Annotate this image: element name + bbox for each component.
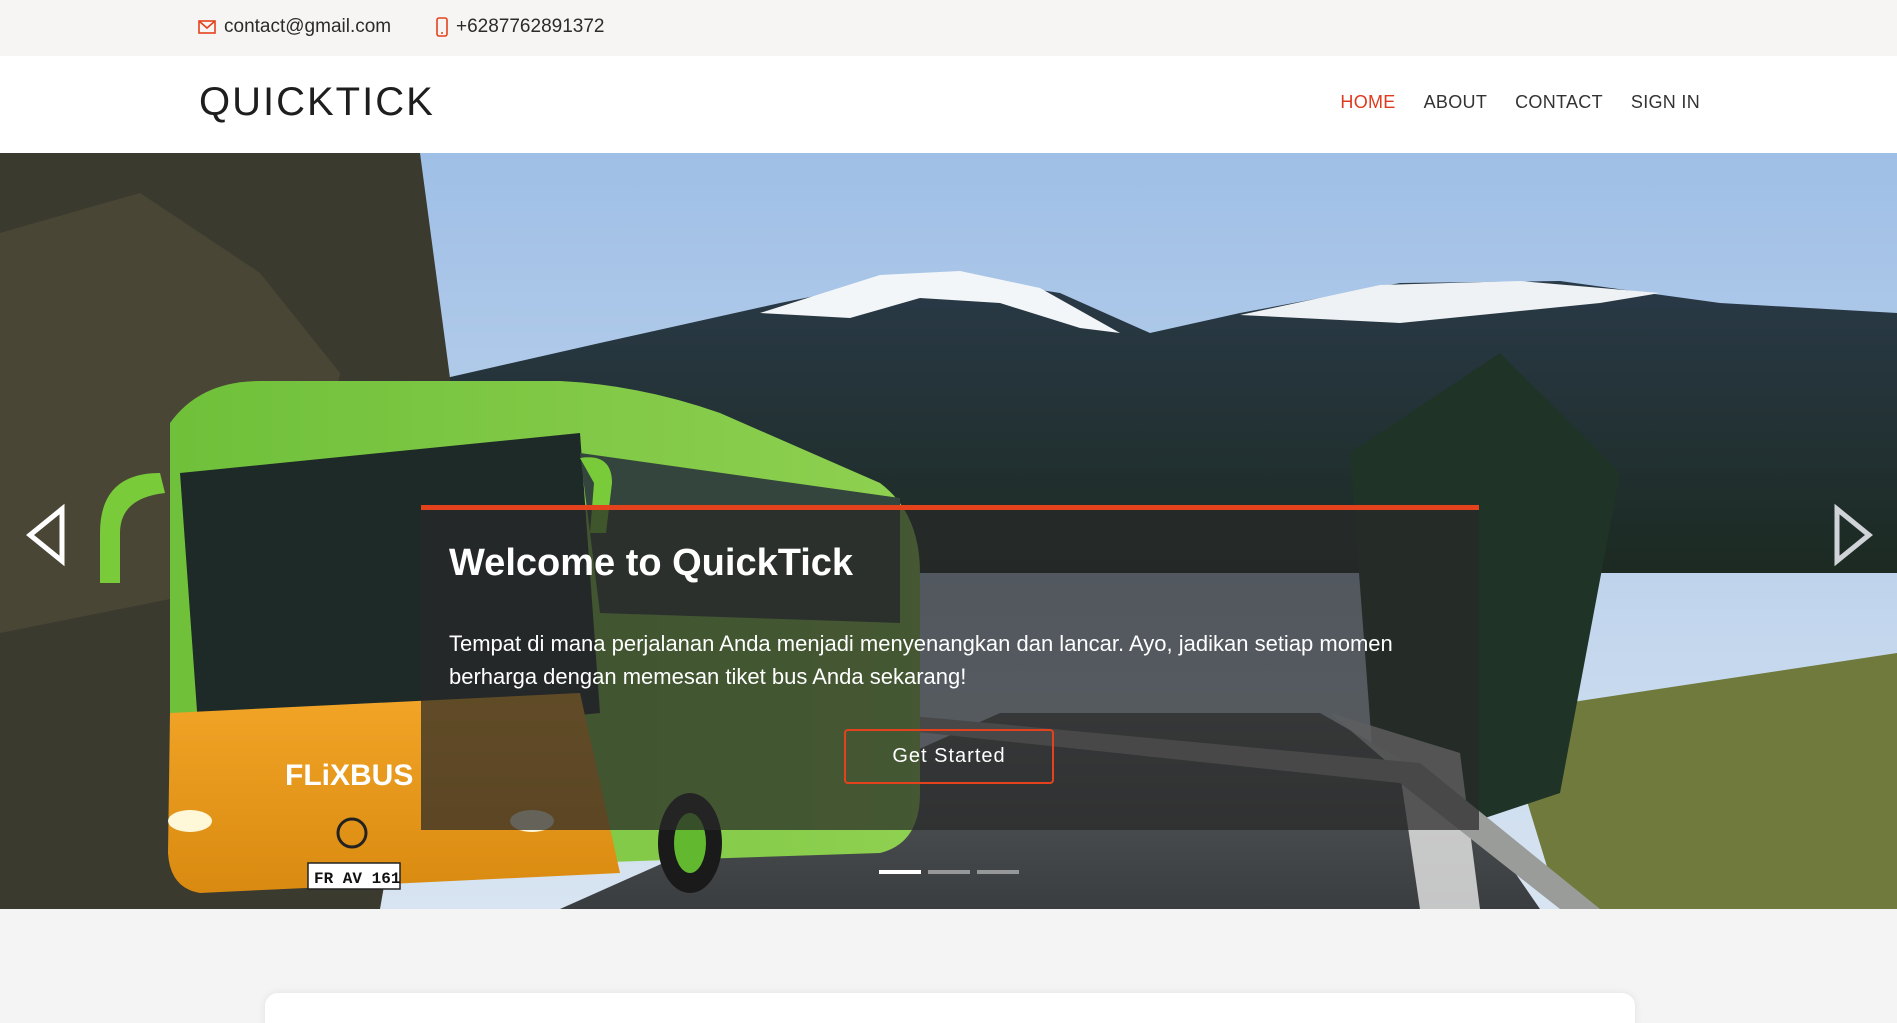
carousel-indicator-2[interactable] [928,870,970,874]
main-nav: HOME ABOUT CONTACT SIGN IN [1312,92,1700,113]
bus-brand-text: FLiXBUS [285,759,413,792]
carousel-next-button[interactable] [1827,503,1877,567]
contact-phone[interactable]: +6287762891372 [436,16,604,38]
hero-title: Welcome to QuickTick [449,542,854,584]
contact-email[interactable]: contact@gmail.com [198,16,391,38]
nav-about[interactable]: ABOUT [1424,92,1488,113]
carousel-indicator-1[interactable] [879,870,921,874]
get-started-button[interactable]: Get Started [844,729,1054,784]
phone-icon [436,17,448,37]
nav-contact[interactable]: CONTACT [1515,92,1603,113]
mail-icon [198,20,216,34]
hero-description: Tempat di mana perjalanan Anda menjadi m… [449,631,1393,689]
carousel-indicators [879,870,1026,874]
nav-sign-in[interactable]: SIGN IN [1631,92,1700,113]
contact-phone-text: +6287762891372 [456,16,605,37]
hero-carousel: FLiXBUS FR AV 161 Welcome to QuickTick T… [0,153,1897,909]
contact-bar: contact@gmail.com +6287762891372 [0,0,1897,56]
chevron-left-icon [26,503,65,567]
bus-plate-text: FR AV 161 [314,870,400,888]
carousel-indicator-3[interactable] [977,870,1019,874]
content-card [264,992,1636,1023]
chevron-right-icon [1834,503,1873,567]
site-logo[interactable]: QUICKTICK [199,80,435,125]
contact-email-text: contact@gmail.com [224,16,392,37]
nav-home[interactable]: HOME [1340,92,1395,113]
site-header: QUICKTICK HOME ABOUT CONTACT SIGN IN [0,56,1897,153]
carousel-prev-button[interactable] [22,503,72,567]
